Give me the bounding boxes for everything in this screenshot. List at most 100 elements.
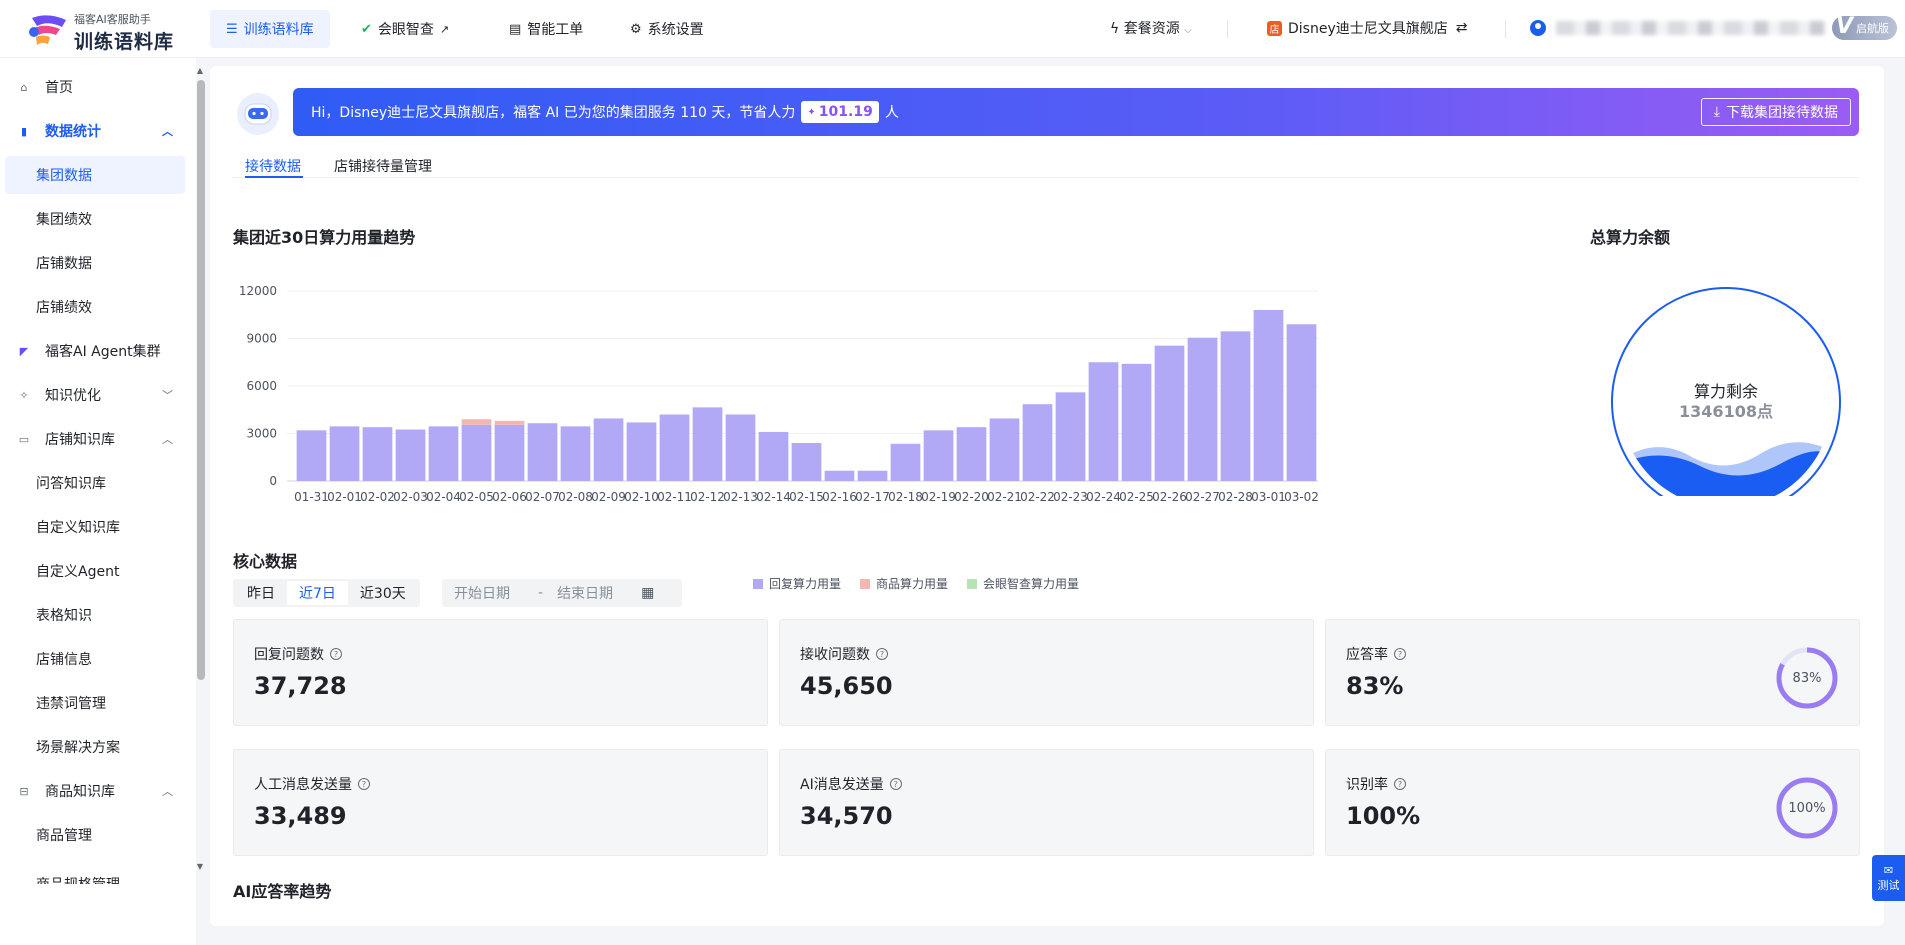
chat-icon: ✉ bbox=[1883, 863, 1894, 877]
package-resources[interactable]: ϟ 套餐资源 ⌵ bbox=[1110, 18, 1192, 38]
tab-store-reception-management[interactable]: 店铺接待量管理 bbox=[334, 156, 432, 178]
logo-subtitle: 福客AI客服助手 bbox=[74, 13, 151, 26]
logo-mark-icon bbox=[29, 15, 66, 45]
sidebar-scrollbar-thumb[interactable] bbox=[197, 80, 205, 680]
tab-label: 店铺接待量管理 bbox=[334, 159, 432, 175]
store-icon: 店 bbox=[1267, 20, 1282, 36]
sidebar-item-custom-knowledge[interactable]: 自定义知识库 bbox=[5, 508, 185, 546]
nav-smart-check[interactable]: ✔ 会眼智查 ↗ bbox=[345, 10, 465, 48]
card-label: 接收问题数? bbox=[800, 644, 888, 664]
help-icon[interactable]: ? bbox=[1394, 778, 1406, 790]
card-value: 37,728 bbox=[254, 672, 347, 700]
sidebar-item-group-data[interactable]: 集团数据 bbox=[5, 156, 185, 194]
sidebar-item-label: 集团数据 bbox=[36, 168, 92, 184]
nav-corpus[interactable]: ☰ 训练语料库 bbox=[210, 10, 330, 48]
balance-value: 1346108点 bbox=[1679, 402, 1773, 421]
help-icon[interactable]: ? bbox=[358, 778, 370, 790]
card-value: 34,570 bbox=[800, 802, 893, 830]
sidebar-item-home[interactable]: ⌂ 首页 bbox=[5, 68, 185, 106]
sidebar-item-knowledge-optimize[interactable]: ✧ 知识优化 ﹀ bbox=[5, 376, 185, 414]
download-group-data-button[interactable]: ⤓ 下载集团接待数据 bbox=[1700, 98, 1851, 126]
divider bbox=[1227, 20, 1228, 38]
chevron-down-icon: ﹀ bbox=[162, 389, 173, 402]
x-tick-label: 02-23 bbox=[1053, 490, 1088, 504]
sidebar-item-banned-words[interactable]: 违禁词管理 bbox=[5, 684, 185, 722]
sidebar-item-label: 店铺知识库 bbox=[45, 432, 115, 448]
y-tick-label: 0 bbox=[269, 474, 277, 488]
x-tick-label: 02-06 bbox=[492, 490, 527, 504]
bar bbox=[1055, 392, 1086, 481]
help-icon[interactable]: ? bbox=[1394, 648, 1406, 660]
sidebar-item-product-spec[interactable]: 商品规格管理 bbox=[5, 860, 185, 884]
sidebar-item-store-performance[interactable]: 店铺绩效 bbox=[5, 288, 185, 326]
sidebar-item-table-knowledge[interactable]: 表格知识 bbox=[5, 596, 185, 634]
help-icon[interactable]: ? bbox=[889, 778, 902, 790]
sidebar-item-qa-knowledge[interactable]: 问答知识库 bbox=[5, 464, 185, 502]
tab-reception-data[interactable]: 接待数据 bbox=[245, 156, 301, 178]
bar bbox=[758, 431, 789, 481]
sidebar-item-scene-solutions[interactable]: 场景解决方案 bbox=[5, 728, 185, 766]
sidebar-item-product-knowledge[interactable]: ⊟ 商品知识库 ︿ bbox=[5, 772, 185, 810]
store-switcher[interactable]: 店 Disney迪士尼文具旗舰店 ⇄ bbox=[1267, 18, 1467, 38]
sidebar-item-store-data[interactable]: 店铺数据 bbox=[5, 244, 185, 282]
x-tick-label: 02-09 bbox=[591, 490, 626, 504]
range-30days-button[interactable]: 近30天 bbox=[348, 581, 418, 605]
x-tick-label: 02-02 bbox=[360, 490, 395, 504]
user-icon bbox=[1530, 20, 1546, 36]
agent-logo-icon: ◤ bbox=[19, 344, 29, 358]
user-menu[interactable]: 启航版 bbox=[1530, 14, 1897, 40]
sidebar-item-agent-cluster[interactable]: ◤ 福客AI Agent集群 bbox=[5, 332, 185, 370]
help-icon[interactable]: ? bbox=[876, 648, 888, 660]
x-tick-label: 02-07 bbox=[525, 490, 560, 504]
banner-greeting: Hi，Disney迪士尼文具旗舰店，福客 AI 已为您的集团服务 110 天，节… bbox=[311, 105, 796, 121]
sidebar-item-custom-agent[interactable]: 自定义Agent bbox=[5, 552, 185, 590]
bar bbox=[362, 427, 393, 481]
scroll-up-arrow-icon[interactable]: ▲ bbox=[195, 66, 205, 75]
help-icon[interactable]: ? bbox=[330, 648, 342, 660]
test-float-button[interactable]: ✉ 测试 bbox=[1872, 855, 1905, 901]
date-range-picker[interactable]: 开始日期 - 结束日期 ▦ bbox=[442, 579, 682, 607]
nav-settings[interactable]: ⚙ 系统设置 bbox=[614, 10, 720, 48]
ring-label: 100% bbox=[1788, 800, 1826, 816]
bar bbox=[923, 430, 954, 481]
card-label: 应答率? bbox=[1346, 644, 1406, 664]
recognition-rate-card: 识别率? 100% 100% bbox=[1325, 749, 1860, 856]
x-tick-label: 02-18 bbox=[888, 490, 923, 504]
x-tick-label: 02-26 bbox=[1152, 490, 1187, 504]
nav-smart-check-label: 会眼智查 bbox=[377, 22, 434, 38]
x-tick-label: 02-19 bbox=[921, 490, 956, 504]
card-label-text: 接收问题数 bbox=[800, 647, 870, 663]
book-icon: ▭ bbox=[18, 432, 30, 446]
sidebar-item-product-management[interactable]: 商品管理 bbox=[5, 816, 185, 854]
swap-icon: ⇄ bbox=[1455, 20, 1468, 36]
sidebar-item-data-stats[interactable]: ▮ 数据统计 ︿ bbox=[5, 112, 185, 150]
start-date-input[interactable]: 开始日期 bbox=[454, 583, 510, 603]
chevron-up-icon: ︿ bbox=[162, 785, 173, 798]
nav-tickets-label: 智能工单 bbox=[527, 22, 584, 38]
robot-avatar-icon bbox=[237, 93, 279, 135]
tab-label: 接待数据 bbox=[245, 159, 301, 175]
scroll-down-arrow-icon[interactable]: ▼ bbox=[195, 862, 205, 871]
bar bbox=[692, 407, 723, 481]
bar bbox=[527, 423, 558, 481]
sidebar-item-label: 商品知识库 bbox=[45, 784, 115, 800]
sidebar-item-store-info[interactable]: 店铺信息 bbox=[5, 640, 185, 678]
ring-label: 83% bbox=[1792, 670, 1822, 686]
ai-trend-title: AI应答率趋势 bbox=[233, 882, 332, 901]
sidebar-item-group-performance[interactable]: 集团绩效 bbox=[5, 200, 185, 238]
legend-label: 商品算力用量 bbox=[876, 576, 948, 591]
bar bbox=[1088, 362, 1119, 481]
response-rate-card: 应答率? 83% 83% bbox=[1325, 619, 1860, 726]
sidebar-item-label: 店铺绩效 bbox=[36, 300, 92, 316]
range-7days-button[interactable]: 近7日 bbox=[287, 581, 348, 605]
gear-icon: ⚙ bbox=[630, 21, 642, 37]
sidebar-item-label: 店铺数据 bbox=[36, 256, 92, 272]
bar bbox=[560, 426, 591, 481]
range-yesterday-button[interactable]: 昨日 bbox=[235, 581, 287, 605]
nav-tickets[interactable]: ▤ 智能工单 bbox=[493, 10, 599, 48]
app-logo[interactable]: 福客AI客服助手 训练语料库 bbox=[28, 10, 188, 53]
end-date-input[interactable]: 结束日期 bbox=[557, 583, 613, 603]
bar bbox=[791, 443, 822, 481]
bar bbox=[659, 414, 690, 481]
sidebar-item-store-knowledge[interactable]: ▭ 店铺知识库 ︿ bbox=[5, 420, 185, 458]
